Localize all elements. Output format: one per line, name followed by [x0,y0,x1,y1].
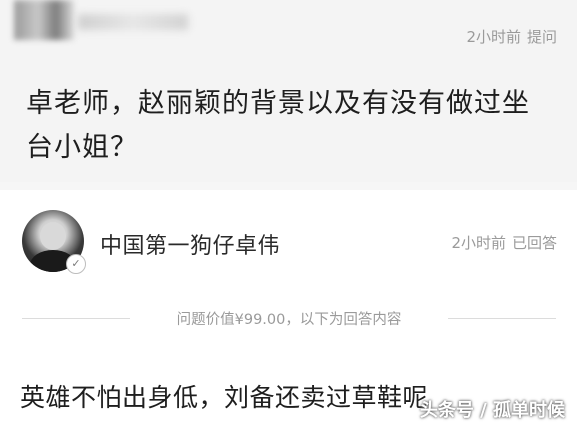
question-meta: 2小时前 提问 [466,26,557,47]
divider-left [22,318,130,319]
answerer-name[interactable]: 中国第一狗仔卓伟 [100,228,280,260]
question-action-label: 提问 [526,28,557,46]
avatar-face [40,222,66,250]
verified-badge-icon: ✓ [66,254,86,274]
price-note: 问题价值¥99.00，以下为回答内容 [176,312,402,328]
answer-status: 已回答 [511,234,557,252]
answer-time: 2小时前 [451,234,506,252]
question-time: 2小时前 [466,28,521,46]
answer-meta: 2小时前 已回答 [451,232,557,253]
divider-right [448,318,556,319]
watermark: 头条号 / 孤单时候 [419,400,565,421]
asker-name-blurred [78,14,188,30]
question-text: 卓老师，赵丽颖的背景以及有没有做过坐台小姐？ [26,88,530,163]
question-card: 2小时前 提问 卓老师，赵丽颖的背景以及有没有做过坐台小姐？ [0,0,577,182]
asker-avatar-blurred[interactable] [14,0,74,40]
answer-card: ✓ 中国第一狗仔卓伟 2小时前 已回答 问题价值¥99.00，以下为回答内容 英雄… [0,190,577,428]
